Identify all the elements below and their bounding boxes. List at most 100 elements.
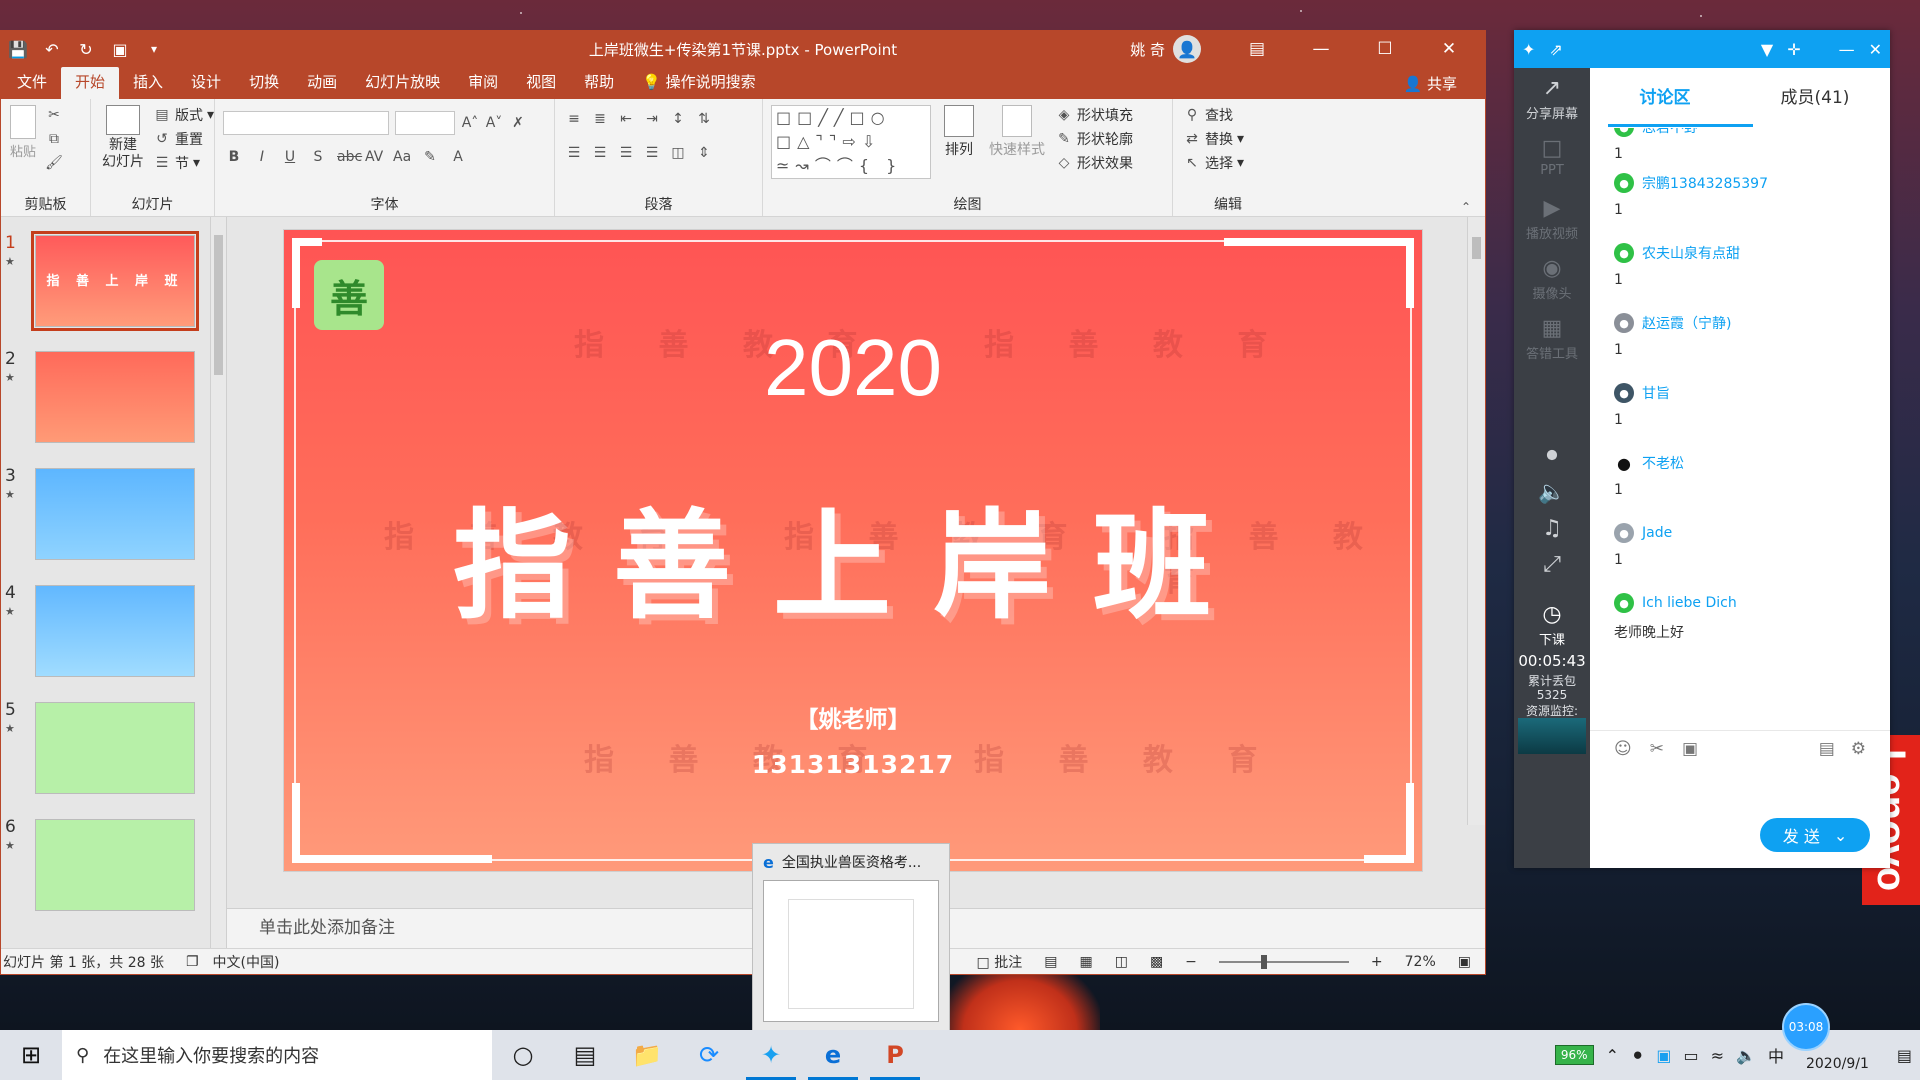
font-color-icon[interactable]: A bbox=[449, 149, 467, 165]
tell-me-search[interactable]: 💡 操作说明搜索 bbox=[628, 67, 769, 99]
file-explorer-button[interactable]: 📁 bbox=[616, 1030, 678, 1080]
tab-file[interactable]: 文件 bbox=[3, 67, 61, 99]
panel-minimize-button[interactable]: — bbox=[1839, 40, 1855, 59]
message-user[interactable]: Ich liebe Dich bbox=[1642, 595, 1737, 611]
panel-close-button[interactable]: ✕ bbox=[1869, 40, 1882, 59]
find-button[interactable]: ⚲ 查找 bbox=[1183, 103, 1244, 127]
copy-button[interactable]: ⧉ bbox=[45, 127, 63, 151]
share-screen-button[interactable]: ↗ 分享屏幕 bbox=[1514, 76, 1590, 122]
language-indicator[interactable]: 中文(中国) bbox=[213, 952, 280, 972]
settings-icon[interactable]: ⚙ bbox=[1851, 739, 1866, 759]
message-user[interactable]: Jade bbox=[1642, 525, 1672, 541]
thumbnail-slide[interactable] bbox=[35, 585, 195, 677]
align-right-icon[interactable]: ☰ bbox=[617, 145, 635, 161]
reset-button[interactable]: ↺ 重置 bbox=[153, 127, 214, 151]
scrollbar-thumb[interactable] bbox=[1472, 237, 1481, 259]
screenshot-icon[interactable]: ✂ bbox=[1650, 739, 1664, 759]
tray-expand-icon[interactable]: ⌃ bbox=[1606, 1046, 1619, 1065]
thumbnail-slide[interactable] bbox=[35, 819, 195, 911]
image-icon[interactable]: ▣ bbox=[1682, 739, 1698, 759]
speaker-icon[interactable]: 🔈 bbox=[1514, 480, 1590, 507]
volume-icon[interactable]: 🔈 bbox=[1736, 1046, 1756, 1065]
collapse-ribbon-icon[interactable]: ⌃ bbox=[1461, 200, 1471, 214]
tab-help[interactable]: 帮助 bbox=[570, 67, 628, 99]
text-direction-icon[interactable]: ⇅ bbox=[695, 111, 713, 127]
fit-slide-icon[interactable]: ▣ bbox=[1458, 954, 1471, 970]
shape-effects-button[interactable]: ◇ 形状效果 bbox=[1055, 151, 1133, 175]
maximize-button[interactable]: ☐ bbox=[1357, 39, 1413, 59]
tab-design[interactable]: 设计 bbox=[177, 67, 235, 99]
tab-view[interactable]: 视图 bbox=[512, 67, 570, 99]
zoom-out-button[interactable]: − bbox=[1185, 954, 1197, 970]
italic-icon[interactable]: I bbox=[253, 149, 271, 165]
slide-scrollbar[interactable] bbox=[1467, 217, 1485, 825]
underline-icon[interactable]: U bbox=[281, 149, 299, 165]
message-user[interactable]: 不老松 bbox=[1642, 453, 1684, 473]
thumbnail-row[interactable]: 1 ★ 指 善 上 岸 班 bbox=[1, 231, 226, 341]
current-slide[interactable]: 善 指 善 教 育 指 善 教 育 指 善 教 育 指 善 教 育 指 善 教 … bbox=[283, 229, 1423, 872]
thumbnail-slide[interactable] bbox=[35, 351, 195, 443]
emoji-icon[interactable]: ☺ bbox=[1614, 739, 1632, 759]
live-class-taskbar-button[interactable]: ✦ bbox=[740, 1030, 802, 1080]
task-view-button[interactable]: ▤ bbox=[554, 1030, 616, 1080]
tab-animations[interactable]: 动画 bbox=[293, 67, 351, 99]
change-case-icon[interactable]: Aa bbox=[393, 149, 411, 165]
format-painter-button[interactable]: 🖌 bbox=[45, 151, 63, 175]
ime-indicator[interactable]: 中 bbox=[1768, 1043, 1784, 1067]
columns-icon[interactable]: ◫ bbox=[669, 145, 687, 161]
shapes-gallery[interactable]: □□╱╱□○ □△⌝⌝⇨⇩ ≃↝⌒⌒{ } bbox=[771, 105, 931, 179]
comments-button[interactable]: □ 批注 bbox=[977, 952, 1023, 972]
shrink-font-icon[interactable]: A˅ bbox=[485, 115, 503, 131]
announcement-icon[interactable]: ▤ bbox=[1819, 739, 1835, 759]
thumbnail-slide[interactable] bbox=[35, 468, 195, 560]
paste-button[interactable]: 粘贴 bbox=[5, 105, 41, 160]
highlight-icon[interactable]: ✎ bbox=[421, 149, 439, 165]
char-spacing-icon[interactable]: AV bbox=[365, 149, 383, 165]
pin-icon[interactable]: ✛ bbox=[1787, 40, 1800, 59]
increase-indent-icon[interactable]: ⇥ bbox=[643, 111, 661, 127]
thumbnail-scrollbar[interactable] bbox=[210, 217, 226, 948]
send-dropdown-icon[interactable]: ⌄ bbox=[1834, 826, 1847, 845]
grow-font-icon[interactable]: A˄ bbox=[461, 115, 479, 131]
user-avatar-icon[interactable]: 👤 bbox=[1173, 35, 1201, 63]
tab-transitions[interactable]: 切换 bbox=[235, 67, 293, 99]
tab-insert[interactable]: 插入 bbox=[119, 67, 177, 99]
align-center-icon[interactable]: ☰ bbox=[591, 145, 609, 161]
start-button[interactable]: ⊞ bbox=[0, 1030, 62, 1080]
zoom-in-button[interactable]: + bbox=[1371, 954, 1383, 970]
taskbar-search[interactable]: ⚲ 在这里输入你要搜索的内容 bbox=[62, 1030, 492, 1080]
send-button[interactable]: 发 送 ⌄ bbox=[1760, 818, 1870, 852]
app-button[interactable]: ⟳ bbox=[678, 1030, 740, 1080]
strikethrough-icon[interactable]: abc bbox=[337, 149, 362, 165]
end-class-button[interactable]: ◷ 下课 bbox=[1514, 602, 1590, 648]
decrease-indent-icon[interactable]: ⇤ bbox=[617, 111, 635, 127]
save-icon[interactable]: 💾 bbox=[1, 40, 35, 59]
zoom-slider-thumb[interactable] bbox=[1260, 954, 1267, 969]
message-list[interactable]: ● 思君不野 1 ● 宗鹏13843285397 1 ● 农夫山泉有点甜 1 ● 赵运霞… bbox=[1590, 128, 1890, 730]
new-slide-button[interactable]: 新建 幻灯片 bbox=[97, 105, 149, 171]
tab-discussion[interactable]: 讨论区 bbox=[1590, 68, 1740, 126]
zoom-level[interactable]: 72% bbox=[1405, 954, 1436, 970]
slide-sorter-icon[interactable]: ▦ bbox=[1079, 954, 1092, 970]
tab-slideshow[interactable]: 幻灯片放映 bbox=[351, 67, 454, 99]
customize-qat-icon[interactable]: ▾ bbox=[137, 42, 171, 56]
section-button[interactable]: ☰ 节 ▾ bbox=[153, 151, 214, 175]
fullscreen-icon[interactable]: ⤢ bbox=[1514, 552, 1590, 579]
powerpoint-taskbar-button[interactable]: P bbox=[864, 1030, 926, 1080]
play-video-button[interactable]: ▶ 播放视频 bbox=[1514, 196, 1590, 242]
zoom-slider[interactable] bbox=[1218, 954, 1349, 969]
tab-members[interactable]: 成员(41) bbox=[1740, 68, 1890, 126]
numbering-icon[interactable]: ≣ bbox=[591, 111, 609, 127]
user-name[interactable]: 姚 奇 bbox=[1130, 39, 1165, 60]
music-icon[interactable]: ♫ bbox=[1514, 516, 1590, 543]
undo-icon[interactable]: ↶ bbox=[35, 40, 69, 59]
shape-outline-button[interactable]: ✎ 形状轮廓 bbox=[1055, 127, 1133, 151]
replace-button[interactable]: ⇄ 替换 ▾ bbox=[1183, 127, 1244, 151]
edge-taskbar-button[interactable]: e bbox=[802, 1030, 864, 1080]
message-user[interactable]: 赵运霞（宁静) bbox=[1642, 313, 1731, 333]
reading-view-icon[interactable]: ◫ bbox=[1115, 954, 1128, 970]
font-size-field[interactable] bbox=[395, 111, 455, 135]
bold-icon[interactable]: B bbox=[225, 149, 243, 165]
normal-view-icon[interactable]: ▤ bbox=[1044, 954, 1057, 970]
share-button[interactable]: 👤 共享 bbox=[1404, 69, 1457, 99]
